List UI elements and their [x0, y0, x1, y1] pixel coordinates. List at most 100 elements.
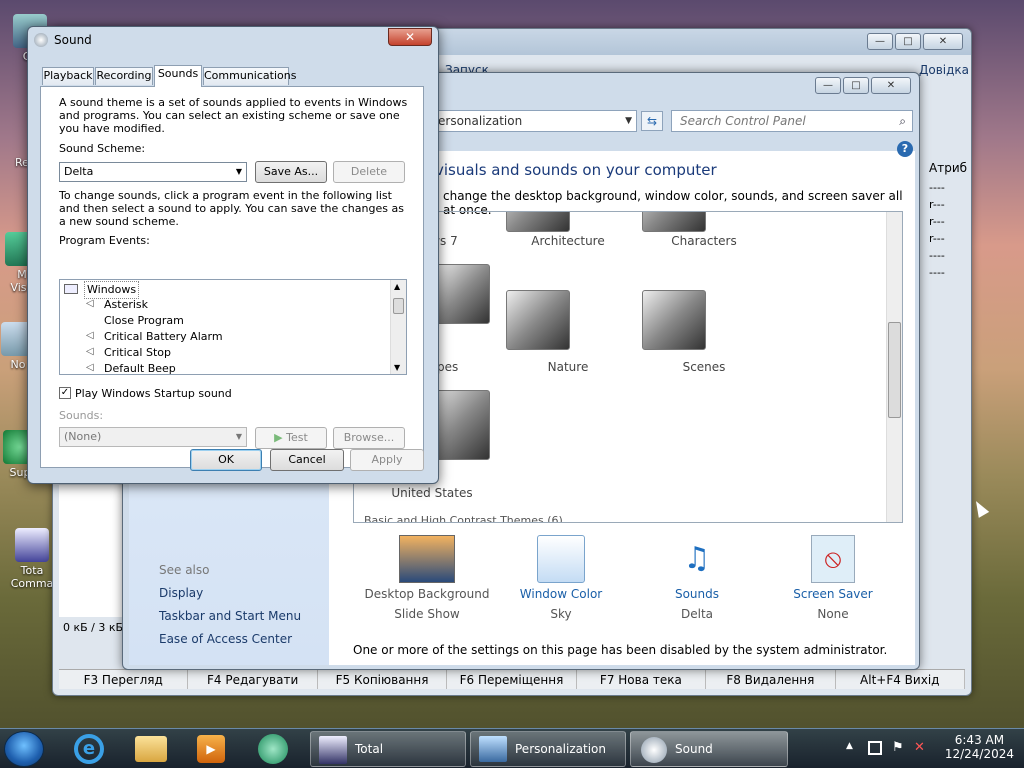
network-icon[interactable]: [868, 741, 882, 755]
attr-cell: ----: [929, 181, 945, 194]
show-hidden-icons[interactable]: ▲: [846, 741, 853, 751]
theme-list-scrollbar[interactable]: [886, 212, 902, 522]
pinned-app[interactable]: [248, 732, 298, 766]
sounds-label: Sounds: [674, 587, 720, 601]
startup-sound-checkbox[interactable]: ✓: [59, 387, 71, 399]
chevron-down-icon[interactable]: ▼: [236, 428, 242, 446]
page-title: visuals and sounds on your computer: [435, 161, 717, 179]
chevron-down-icon[interactable]: ▼: [625, 111, 632, 131]
sound-scheme-label: Sound Scheme:: [59, 142, 146, 155]
save-as-button[interactable]: Save As...: [255, 161, 327, 183]
minimize-button[interactable]: —: [867, 33, 893, 50]
speaker-icon: [641, 737, 667, 763]
desktop-icon-label: M: [17, 268, 27, 281]
desktop-background-label: Desktop Background: [364, 587, 490, 601]
search-input[interactable]: Search Control Panel ⌕: [671, 110, 913, 132]
folder-icon: [135, 736, 167, 762]
apply-button[interactable]: Apply: [350, 449, 424, 471]
theme-thumb-landscapes[interactable]: [434, 264, 490, 324]
dialog-title: Sound: [54, 33, 92, 47]
taskbar-button-personalization[interactable]: Personalization: [470, 731, 626, 767]
attr-column-header[interactable]: Атриб: [929, 161, 967, 175]
see-also-display[interactable]: Display: [159, 586, 203, 600]
taskbar-label: Sound: [675, 742, 713, 756]
see-also-ease-of-access[interactable]: Ease of Access Center: [159, 632, 292, 646]
event-close-program[interactable]: Close Program: [104, 313, 184, 329]
test-button[interactable]: ▶ Test: [255, 427, 327, 449]
scrollbar-thumb[interactable]: [888, 322, 901, 418]
theme-thumb-characters[interactable]: [642, 212, 706, 232]
clock[interactable]: 6:43 AM 12/24/2024: [945, 733, 1014, 761]
theme-label: Characters: [671, 234, 737, 248]
speaker-icon: ◁: [86, 298, 94, 309]
tab-sounds[interactable]: Sounds: [154, 65, 202, 87]
fkey-move[interactable]: F6 Переміщення: [447, 670, 577, 689]
see-also-taskbar[interactable]: Taskbar and Start Menu: [159, 609, 301, 623]
scrollbar-thumb[interactable]: [393, 298, 404, 314]
sound-dialog-titlebar[interactable]: Sound: [28, 27, 438, 53]
desktop-icon-label: Tota: [20, 564, 44, 577]
left-panel[interactable]: [59, 485, 131, 617]
events-scrollbar[interactable]: ▲ ▼: [390, 280, 406, 374]
taskbar-button-sound[interactable]: Sound: [630, 731, 788, 767]
pinned-explorer[interactable]: [126, 732, 176, 766]
program-events-list[interactable]: Windows ◁ Asterisk Close Program ◁ Criti…: [59, 279, 407, 375]
menu-item-help[interactable]: Довідка: [919, 63, 969, 77]
refresh-icon[interactable]: ⇆: [641, 111, 663, 131]
search-icon[interactable]: ⌕: [899, 111, 906, 131]
event-critical-stop[interactable]: Critical Stop: [104, 345, 171, 361]
fkey-edit[interactable]: F4 Редагувати: [188, 670, 318, 689]
maximize-button[interactable]: □: [895, 33, 921, 50]
window-color-item[interactable]: Window Color Sky: [491, 535, 631, 621]
fkey-view[interactable]: F3 Перегляд: [59, 670, 189, 689]
pinned-ie[interactable]: e: [64, 732, 114, 766]
speaker-icon: ◁: [86, 330, 94, 341]
start-button[interactable]: [4, 731, 44, 767]
tab-communications[interactable]: Communications: [203, 67, 296, 85]
fkey-delete[interactable]: F8 Видалення: [706, 670, 836, 689]
screen-saver-icon: ⦸: [811, 535, 855, 583]
chevron-down-icon[interactable]: ▼: [236, 163, 242, 181]
theme-label: Scenes: [682, 360, 726, 374]
ok-button[interactable]: OK: [190, 449, 262, 471]
windows-group-icon: [64, 284, 78, 294]
scroll-down-icon[interactable]: ▼: [394, 363, 400, 372]
attr-cell: ----: [929, 249, 945, 262]
desktop-background-item[interactable]: Desktop Background Slide Show: [357, 535, 497, 621]
startup-sound-label[interactable]: Play Windows Startup sound: [75, 387, 232, 400]
theme-thumb-scenes[interactable]: [642, 290, 706, 350]
tab-playback[interactable]: Playback: [42, 67, 94, 85]
fkey-newfolder[interactable]: F7 Нова тека: [577, 670, 707, 689]
volume-muted-icon[interactable]: ✕: [914, 740, 925, 755]
fkey-exit[interactable]: Alt+F4 Вихід: [836, 670, 965, 689]
event-critical-battery[interactable]: Critical Battery Alarm: [104, 329, 223, 345]
maximize-button[interactable]: □: [843, 77, 869, 94]
sound-scheme-select[interactable]: Delta ▼: [59, 162, 247, 182]
minimize-button[interactable]: —: [815, 77, 841, 94]
sound-scheme-value: Delta: [64, 165, 94, 178]
taskbar-button-total-commander[interactable]: Total Commande...: [310, 731, 466, 767]
theme-label: Architecture: [531, 234, 605, 248]
cancel-button[interactable]: Cancel: [270, 449, 344, 471]
taskbar-label: Personalization: [515, 742, 606, 756]
close-button[interactable]: ✕: [923, 33, 963, 50]
event-default-beep[interactable]: Default Beep: [104, 361, 176, 374]
delete-button[interactable]: Delete: [333, 161, 405, 183]
tab-recording[interactable]: Recording: [95, 67, 153, 85]
total-commander-icon: [15, 528, 49, 562]
browse-button[interactable]: Browse...: [333, 427, 405, 449]
theme-thumb-architecture[interactable]: [506, 212, 570, 232]
help-icon[interactable]: ?: [897, 141, 913, 157]
screen-saver-item[interactable]: ⦸ Screen Saver None: [763, 535, 903, 621]
speaker-icon: ◁: [86, 362, 94, 373]
close-button[interactable]: ✕: [388, 28, 432, 46]
fkey-copy[interactable]: F5 Копіювання: [318, 670, 448, 689]
event-asterisk[interactable]: Asterisk: [104, 297, 148, 313]
pinned-media-player[interactable]: ▶: [186, 732, 236, 766]
scroll-up-icon[interactable]: ▲: [394, 282, 400, 291]
sounds-select[interactable]: (None) ▼: [59, 427, 247, 447]
theme-thumb-nature[interactable]: [506, 290, 570, 350]
sounds-item[interactable]: ♫ Sounds Delta: [627, 535, 767, 621]
action-center-flag-icon[interactable]: ⚑: [892, 740, 904, 755]
close-button[interactable]: ✕: [871, 77, 911, 94]
